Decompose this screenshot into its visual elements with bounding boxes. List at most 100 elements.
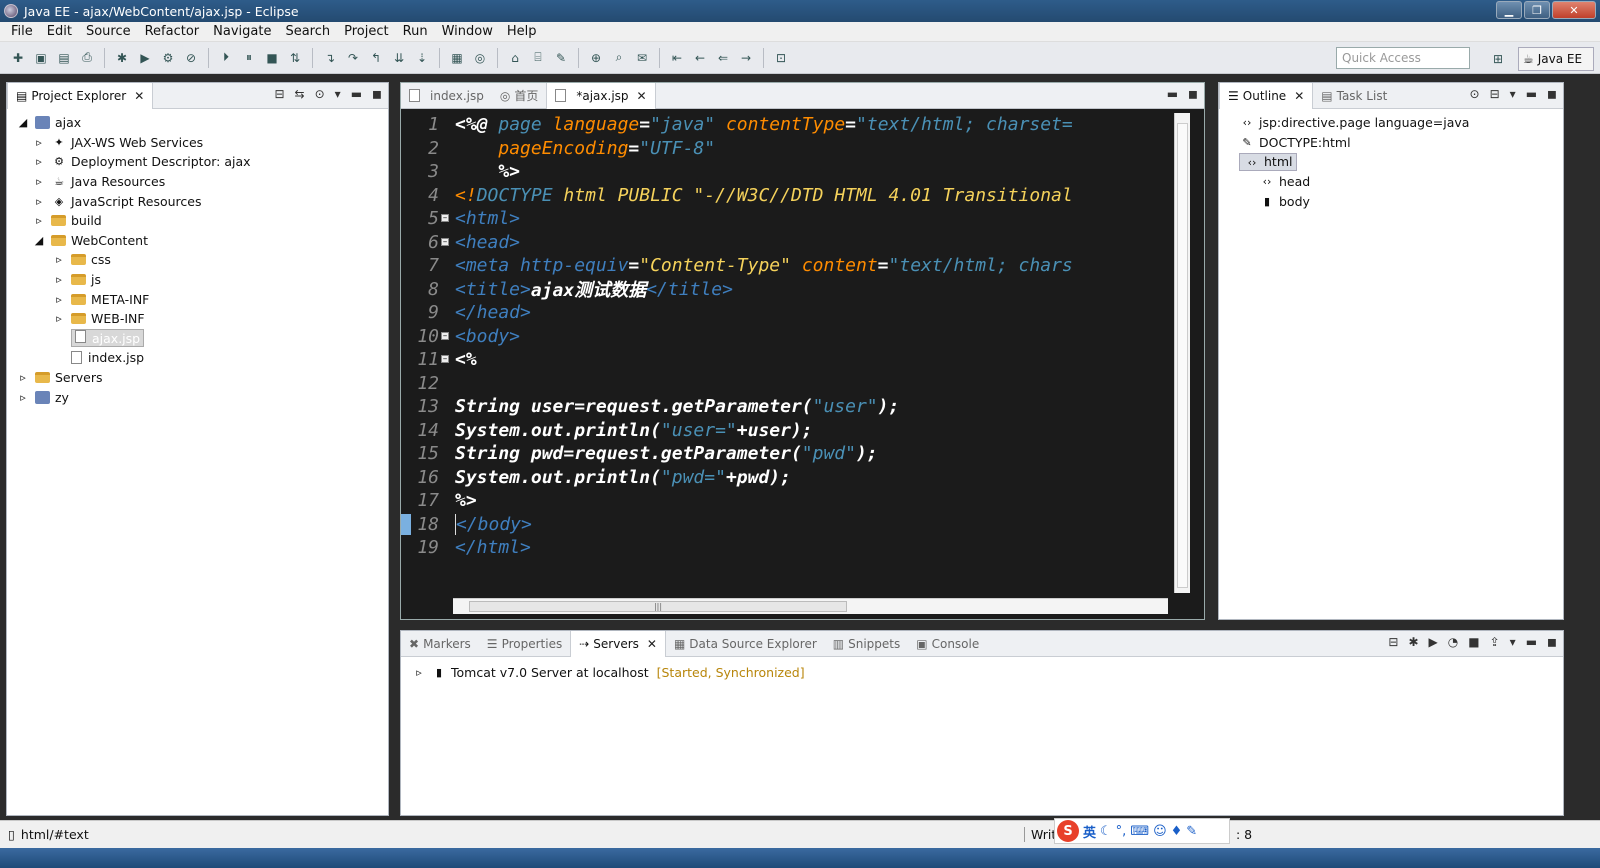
tree-item-index-jsp[interactable]: index.jsp [7,348,388,368]
tree-item-ajax[interactable]: ◢ ajax [7,113,388,133]
pen-icon[interactable]: ✎ [551,48,571,68]
server-row[interactable]: ▹ ▮ Tomcat v7.0 Server at localhost [Sta… [401,663,1563,683]
tab-servers[interactable]: ⇢ Servers ✕ [570,630,666,657]
maximize-icon[interactable]: ◼ [1547,87,1557,101]
expand-icon[interactable]: ▹ [31,155,47,169]
tree-item-web-inf[interactable]: ▹ WEB-INF [7,309,388,329]
collapse-all-icon[interactable]: ⊟ [274,87,284,101]
tree-item-zy[interactable]: ▹ zy [7,387,388,407]
expand-icon[interactable]: ▹ [51,292,67,306]
tab-home[interactable]: ◎ 首页 [492,83,547,109]
menu-file[interactable]: File [4,24,40,39]
new-server-icon[interactable]: ▦ [447,48,467,68]
menu-window[interactable]: Window [435,24,500,39]
save-all-icon[interactable]: ▤ [54,48,74,68]
outline-item[interactable]: ‹› jsp:directive.page language=java [1219,113,1563,133]
user-icon[interactable]: ☺ [1153,824,1167,839]
last-edit-icon[interactable]: ⇤ [667,48,687,68]
fold-icon[interactable]: − [441,331,449,340]
tree-item-meta-inf[interactable]: ▹ META-INF [7,289,388,309]
tab-markers[interactable]: ✖ Markers [401,631,479,657]
tree-item-webcontent[interactable]: ◢ WebContent [7,231,388,251]
step-into-icon[interactable]: ↴ [320,48,340,68]
step-return-icon[interactable]: ↰ [366,48,386,68]
annotation-icon[interactable]: ✉ [632,48,652,68]
external-tools-icon[interactable]: ⚙ [158,48,178,68]
open-type-icon[interactable]: ⌂ [505,48,525,68]
ime-language[interactable]: 英 [1083,822,1096,841]
menu-search[interactable]: Search [278,24,337,39]
outline-item[interactable]: ▮ body [1219,191,1563,211]
maximize-icon[interactable]: ◼ [372,87,382,101]
expand-icon[interactable]: ▹ [31,194,47,208]
globe-icon[interactable]: ⊕ [586,48,606,68]
menu-refactor[interactable]: Refactor [138,24,207,39]
back-icon[interactable]: ← [690,48,710,68]
expand-icon[interactable]: ▹ [15,390,31,404]
back-dropdown-icon[interactable]: ⇐ [713,48,733,68]
collapse-all-icon[interactable]: ⊟ [1490,87,1500,101]
menu-source[interactable]: Source [79,24,138,39]
collapse-all-icon[interactable]: ⊟ [1388,635,1398,649]
tab-ajax-jsp[interactable]: *ajax.jsp ✕ [546,82,656,109]
horizontal-scrollbar[interactable]: ||| [453,598,1168,614]
drop-to-frame-icon[interactable]: ⇊ [389,48,409,68]
fold-icon[interactable]: − [441,355,449,364]
vertical-scrollbar[interactable] [1174,113,1190,593]
expand-icon[interactable]: ▹ [15,371,31,385]
close-icon[interactable]: ✕ [1294,89,1304,103]
maximize-button[interactable]: ❐ [1524,1,1550,19]
tab-index-jsp[interactable]: index.jsp [401,83,492,109]
new-icon[interactable]: ✚ [8,48,28,68]
debug-server-icon[interactable]: ✱ [1408,635,1418,649]
tab-properties[interactable]: ☰ Properties [479,631,570,657]
tab-task-list[interactable]: ▤ Task List [1313,83,1395,109]
step-over-icon[interactable]: ↷ [343,48,363,68]
tab-console[interactable]: ▣ Console [908,631,987,657]
tools-icon[interactable]: ✎ [1186,824,1197,839]
use-step-filters-icon[interactable]: ⇣ [412,48,432,68]
minimize-icon[interactable]: ▬ [1167,87,1178,101]
moon-icon[interactable]: ☾ [1100,824,1112,839]
minimize-icon[interactable]: ▬ [1526,87,1537,101]
fold-icon[interactable]: − [441,237,449,246]
view-menu-icon[interactable]: ▾ [335,87,341,101]
minimize-icon[interactable]: ▬ [351,87,362,101]
open-perspective-icon[interactable]: ⊞ [1488,49,1508,69]
resume-icon[interactable]: ⏵ [216,48,236,68]
publish-icon[interactable]: ⇪ [1490,635,1500,649]
tree-item-build[interactable]: ▹ build [7,211,388,231]
outline-item[interactable]: ‹› head [1219,172,1563,192]
expand-icon[interactable]: ▹ [51,253,67,267]
skin-icon[interactable]: ♦ [1171,824,1183,839]
forward-icon[interactable]: → [736,48,756,68]
maximize-icon[interactable]: ◼ [1547,635,1557,649]
open-folder-icon[interactable]: ⌸ [528,48,548,68]
search-icon[interactable]: ⌕ [609,48,629,68]
scroll-thumb[interactable] [1177,123,1188,588]
menu-navigate[interactable]: Navigate [206,24,278,39]
maximize-icon[interactable]: ◼ [1188,87,1198,101]
pin-icon[interactable]: ⊡ [771,48,791,68]
tree-item-css[interactable]: ▹ css [7,250,388,270]
tab-project-explorer[interactable]: ▤ Project Explorer ✕ [7,82,154,109]
tab-snippets[interactable]: ▥ Snippets [825,631,908,657]
stop-server-icon[interactable]: ■ [1468,635,1479,649]
punctuation-icon[interactable]: °, [1116,824,1127,839]
expand-icon[interactable]: ▹ [51,312,67,326]
code-area[interactable]: 1 <%@ page language = "java" contentType = "t… [401,113,1176,593]
disconnect-icon[interactable]: ⇅ [285,48,305,68]
debug-icon[interactable]: ✱ [112,48,132,68]
expand-icon[interactable]: ▹ [411,666,427,680]
tree-item-deployment-descriptor[interactable]: ▹ ⚙ Deployment Descriptor: ajax [7,152,388,172]
web-browser-icon[interactable]: ◎ [470,48,490,68]
close-icon[interactable]: ✕ [647,637,657,651]
minimize-button[interactable]: ▁ [1496,1,1522,19]
skip-breakpoints-icon[interactable]: ⊘ [181,48,201,68]
profile-server-icon[interactable]: ◔ [1448,635,1458,649]
expand-icon[interactable]: ◢ [15,116,31,130]
expand-icon[interactable]: ▹ [51,273,67,287]
run-icon[interactable]: ▶ [135,48,155,68]
menu-project[interactable]: Project [337,24,395,39]
close-icon[interactable]: ✕ [134,89,144,103]
